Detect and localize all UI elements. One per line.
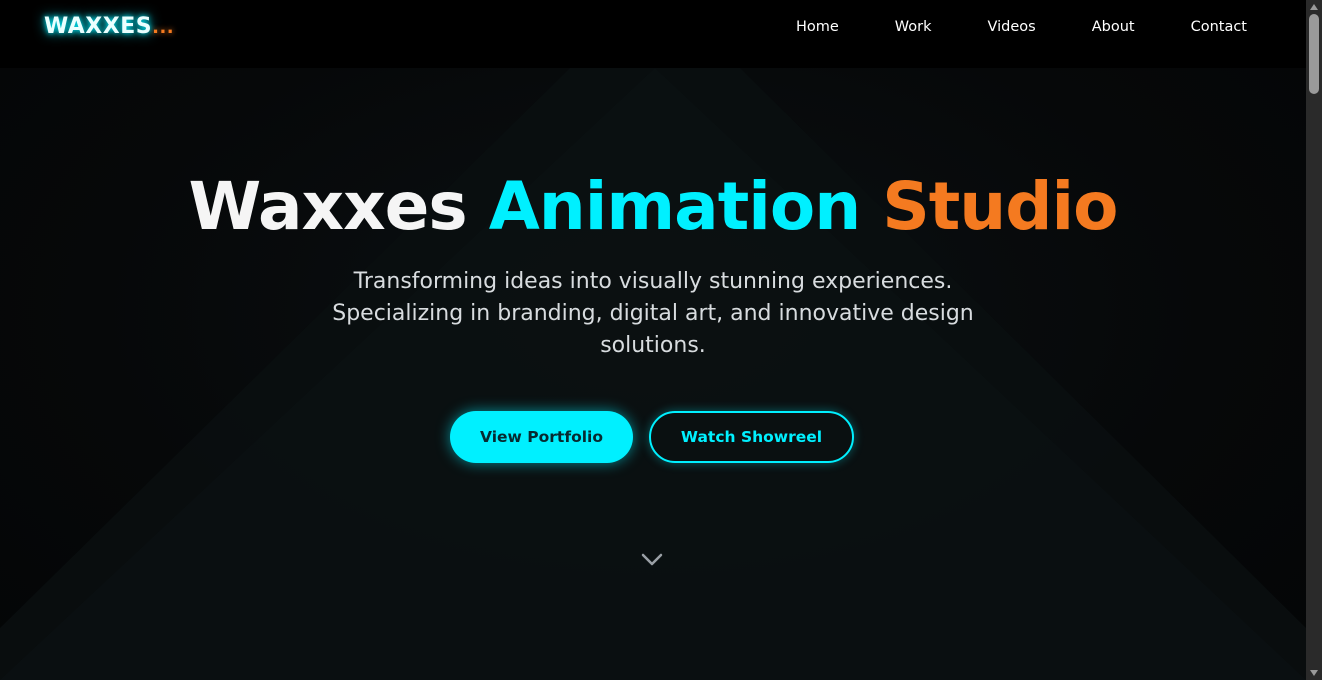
- nav-about[interactable]: About: [1092, 19, 1135, 35]
- hero-section: Waxxes Animation Studio Transforming ide…: [0, 68, 1306, 680]
- title-word-studio: Studio: [882, 168, 1118, 245]
- logo-text: WAXXES: [44, 14, 153, 39]
- scroll-up-arrow-icon[interactable]: [1306, 0, 1322, 14]
- scroll-down-arrow-icon[interactable]: [1306, 666, 1322, 680]
- nav-links: Home Work Videos About Contact: [740, 19, 1247, 35]
- background-triangle-shape: [0, 68, 1306, 680]
- logo[interactable]: WAXXES...: [44, 14, 174, 39]
- nav-contact[interactable]: Contact: [1191, 19, 1247, 35]
- nav-home[interactable]: Home: [796, 19, 839, 35]
- nav-videos[interactable]: Videos: [988, 19, 1036, 35]
- hero-subtitle: Transforming ideas into visually stunnin…: [332, 269, 974, 358]
- navbar: WAXXES... Home Work Videos About Contact: [0, 0, 1306, 68]
- hero-title: Waxxes Animation Studio: [0, 168, 1306, 245]
- watch-showreel-button[interactable]: Watch Showreel: [649, 411, 854, 463]
- title-word-waxxes: Waxxes: [188, 168, 468, 245]
- logo-dots: ...: [152, 17, 175, 38]
- scrollbar-thumb[interactable]: [1309, 14, 1319, 94]
- nav-work[interactable]: Work: [895, 19, 932, 35]
- chevron-down-icon[interactable]: [640, 552, 664, 568]
- view-portfolio-button[interactable]: View Portfolio: [450, 411, 633, 463]
- title-word-animation: Animation: [488, 168, 861, 245]
- scrollbar[interactable]: [1306, 0, 1322, 680]
